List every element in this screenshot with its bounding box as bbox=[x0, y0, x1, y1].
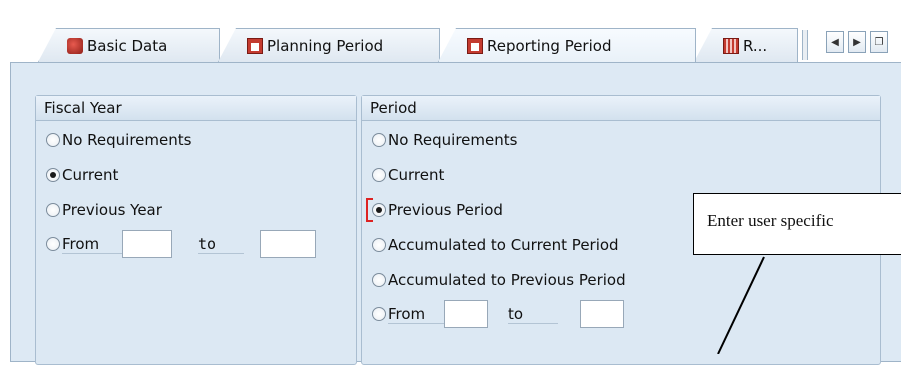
period-option-accumulated-current[interactable]: Accumulated to Current Period bbox=[372, 233, 619, 257]
chevron-right-icon: ▶ bbox=[853, 36, 861, 48]
option-label: From bbox=[62, 235, 122, 254]
fy-from-input[interactable] bbox=[122, 230, 172, 258]
tab-list-icon: ❐ bbox=[874, 36, 884, 48]
callout-box: Enter user specific bbox=[693, 193, 901, 255]
radio-button[interactable] bbox=[46, 133, 60, 147]
radio-button[interactable] bbox=[372, 273, 386, 287]
radio-button[interactable] bbox=[372, 168, 386, 182]
scroll-left-button[interactable]: ◀ bbox=[826, 31, 844, 53]
period-option-from[interactable]: From to bbox=[372, 298, 624, 330]
tab-strip: Basic Data Planning Period Reporting Per… bbox=[0, 0, 901, 62]
tab-reporting-period[interactable]: Reporting Period bbox=[438, 28, 696, 62]
tab-overflow-separator bbox=[802, 30, 808, 60]
to-label: to bbox=[508, 305, 558, 324]
fy-option-no-requirements[interactable]: No Requirements bbox=[46, 128, 191, 152]
radio-button-selected[interactable] bbox=[46, 168, 60, 182]
calendar-icon bbox=[467, 37, 483, 54]
chevron-left-icon: ◀ bbox=[831, 36, 839, 48]
period-option-no-requirements[interactable]: No Requirements bbox=[372, 128, 517, 152]
fiscal-year-title: Fiscal Year bbox=[36, 96, 356, 121]
period-to-input[interactable] bbox=[580, 300, 624, 328]
tab-label: Planning Period bbox=[267, 36, 384, 55]
option-label: From bbox=[388, 305, 444, 324]
radio-button[interactable] bbox=[46, 237, 60, 251]
radio-button[interactable] bbox=[372, 238, 386, 252]
fy-option-from[interactable]: From to bbox=[46, 228, 316, 260]
tab-r[interactable]: R... bbox=[694, 28, 798, 62]
option-label: Current bbox=[62, 166, 119, 184]
callout-text: Enter user specific bbox=[707, 211, 834, 230]
calendar-icon bbox=[247, 37, 263, 54]
period-option-previous-period[interactable]: Previous Period bbox=[372, 198, 503, 222]
tab-list-button[interactable]: ❐ bbox=[870, 31, 888, 53]
option-label: Current bbox=[388, 166, 445, 184]
option-label: No Requirements bbox=[62, 131, 192, 149]
option-label: Accumulated to Previous Period bbox=[388, 271, 626, 289]
tab-planning-period[interactable]: Planning Period bbox=[218, 28, 440, 62]
period-option-accumulated-previous[interactable]: Accumulated to Previous Period bbox=[372, 268, 626, 292]
tab-basic-data[interactable]: Basic Data bbox=[38, 28, 220, 62]
fy-option-previous-year[interactable]: Previous Year bbox=[46, 198, 162, 222]
tab-label: R... bbox=[743, 36, 768, 55]
tab-label: Reporting Period bbox=[487, 36, 612, 55]
option-label: Accumulated to Current Period bbox=[388, 236, 619, 254]
basic-data-icon bbox=[67, 37, 83, 54]
fy-to-input[interactable] bbox=[260, 230, 316, 258]
tab-label: Basic Data bbox=[87, 36, 168, 55]
radio-button[interactable] bbox=[46, 203, 60, 217]
radio-button[interactable] bbox=[372, 307, 386, 321]
fy-option-current[interactable]: Current bbox=[46, 163, 118, 187]
to-label: to bbox=[198, 235, 244, 254]
period-from-input[interactable] bbox=[444, 300, 488, 328]
currency-icon bbox=[723, 37, 739, 54]
option-label: Previous Period bbox=[388, 201, 503, 219]
fiscal-year-group: Fiscal Year No Requirements Current Prev… bbox=[35, 95, 357, 365]
radio-button[interactable] bbox=[372, 133, 386, 147]
option-label: Previous Year bbox=[62, 201, 162, 219]
period-option-current[interactable]: Current bbox=[372, 163, 444, 187]
period-title: Period bbox=[362, 96, 880, 121]
radio-button-selected[interactable] bbox=[372, 203, 386, 217]
option-label: No Requirements bbox=[388, 131, 518, 149]
scroll-right-button[interactable]: ▶ bbox=[848, 31, 866, 53]
